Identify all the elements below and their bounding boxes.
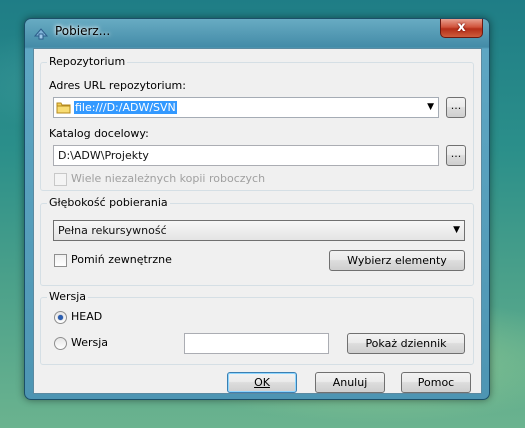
checkout-dialog: Pobierz... x Repozytorium Adres URL repo… [24,18,490,400]
repository-group-label: Repozytorium [47,55,128,68]
dialog-client: Repozytorium Adres URL repozytorium: fil… [33,48,482,394]
ok-button[interactable]: OK [227,372,297,393]
url-label: Adres URL repozytorium: [49,79,186,92]
checkout-icon [33,25,49,41]
omit-externals-label: Pomiń zewnętrzne [71,253,172,266]
close-button[interactable]: x [440,19,483,38]
url-value: file:///D:/ADW/SVN [74,101,177,114]
close-icon: x [457,20,466,35]
chevron-down-icon[interactable]: ▼ [453,225,460,235]
head-radio[interactable] [54,311,67,324]
repository-group: Repozytorium Adres URL repozytorium: fil… [40,55,474,191]
cancel-label: Anuluj [332,376,368,389]
head-label: HEAD [71,310,103,323]
choose-items-button[interactable]: Wybierz elementy [329,250,465,271]
revision-label: Wersja [71,336,109,349]
revision-group-label: Wersja [47,290,89,303]
browse-url-label: ... [450,99,462,112]
depth-group-label: Głębokość pobierania [47,196,170,209]
browse-dir-label: ... [450,147,462,160]
checkout-dir-input[interactable]: D:\ADW\Projekty [53,145,439,166]
url-combobox[interactable]: file:///D:/ADW/SVN ▼ [53,97,439,118]
depth-group: Głębokość pobierania Pełna rekursywność … [40,196,474,286]
revision-radio[interactable] [54,337,67,350]
browse-dir-button[interactable]: ... [446,145,466,166]
cancel-button[interactable]: Anuluj [315,372,385,393]
help-button[interactable]: Pomoc [401,372,471,393]
chevron-down-icon[interactable]: ▼ [427,102,434,112]
ok-label: OK [254,376,270,389]
revision-group: Wersja HEAD Wersja Pokaż dziennik [40,290,474,365]
omit-externals-checkbox[interactable] [54,254,67,267]
depth-select[interactable]: Pełna rekursywność ▼ [53,220,465,241]
revision-input[interactable] [184,333,329,354]
show-log-label: Pokaż dziennik [365,337,447,350]
window-title: Pobierz... [55,24,111,38]
folder-icon [56,100,71,118]
title-bar[interactable]: Pobierz... x [25,19,489,47]
help-label: Pomoc [417,376,455,389]
checkout-dir-label: Katalog docelowy: [49,127,149,140]
choose-items-label: Wybierz elementy [347,254,447,267]
multiple-copies-label: Wiele niezależnych kopii roboczych [71,172,266,185]
depth-selected: Pełna rekursywność [58,224,167,237]
checkout-dir-value: D:\ADW\Projekty [58,149,149,162]
browse-url-button[interactable]: ... [446,97,466,118]
show-log-button[interactable]: Pokaż dziennik [347,333,465,354]
multiple-copies-checkbox[interactable] [54,173,67,186]
